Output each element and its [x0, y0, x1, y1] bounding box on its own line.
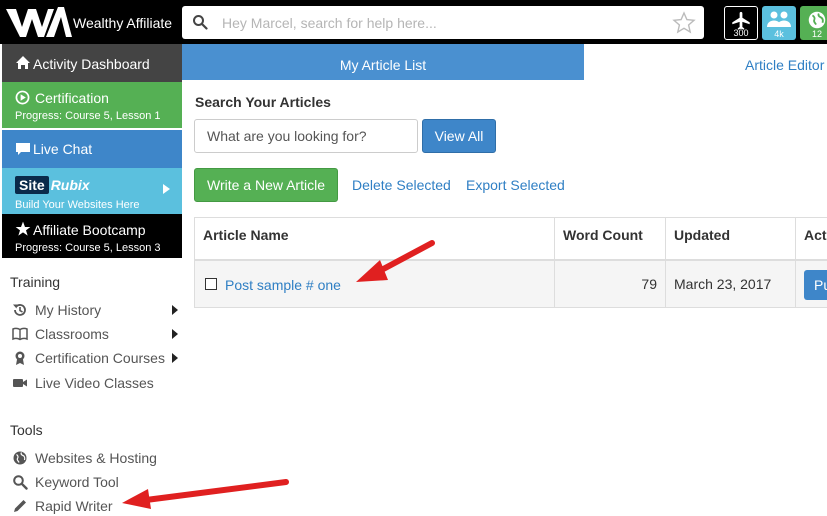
- search-articles-heading: Search Your Articles: [195, 94, 331, 110]
- sidebar-item-live-chat[interactable]: Live Chat: [2, 130, 182, 168]
- sidebar-item-label: Live Video Classes: [35, 375, 154, 391]
- sidebar-item-label: Certification: [35, 90, 109, 106]
- row-select-checkbox[interactable]: [205, 278, 217, 290]
- sidebar-item-live-video-classes[interactable]: Live Video Classes: [12, 373, 182, 393]
- sidebar-item-label: Rapid Writer: [35, 498, 113, 514]
- friends-button[interactable]: 4k: [762, 6, 796, 40]
- tools-heading: Tools: [10, 422, 43, 438]
- video-camera-icon: [13, 379, 27, 387]
- help-search-input[interactable]: [222, 10, 652, 35]
- sidebar-item-websites-hosting[interactable]: Websites & Hosting: [12, 448, 182, 468]
- users-icon: [767, 11, 791, 27]
- tab-article-editor[interactable]: Article Editor: [584, 44, 827, 80]
- sidebar-item-classrooms[interactable]: Classrooms: [12, 324, 182, 344]
- websites-button[interactable]: 12: [800, 6, 827, 40]
- write-new-article-button[interactable]: Write a New Article: [194, 168, 338, 202]
- column-header-word-count[interactable]: Word Count: [555, 218, 665, 261]
- sidebar-item-siterubix[interactable]: Site Rubix Build Your Websites Here: [2, 168, 182, 214]
- help-search-box[interactable]: [182, 6, 704, 39]
- book-icon: [12, 327, 28, 341]
- brand-name[interactable]: Wealthy Affiliate: [73, 15, 172, 31]
- sidebar-item-label: Live Chat: [33, 141, 93, 157]
- globe-icon: [13, 451, 27, 465]
- history-icon: [13, 304, 26, 316]
- websites-count: 12: [811, 29, 822, 39]
- updated-date-value: March 23, 2017: [674, 276, 772, 292]
- sidebar-item-affiliate-bootcamp[interactable]: Affiliate Bootcamp Progress: Course 5, L…: [2, 214, 182, 258]
- sidebar-item-label: Keyword Tool: [35, 474, 119, 490]
- sidebar-item-certification-courses[interactable]: Certification Courses: [12, 348, 182, 368]
- notifications-count: 300: [733, 28, 749, 38]
- sidebar-item-label: My History: [35, 302, 102, 318]
- sidebar-item-keyword-tool[interactable]: Keyword Tool: [12, 472, 182, 492]
- notifications-button[interactable]: 300: [724, 6, 758, 40]
- siterubix-logo-rubix: Rubix: [50, 177, 90, 193]
- friends-count: 4k: [774, 29, 784, 39]
- export-selected-link[interactable]: Export Selected: [466, 177, 565, 193]
- column-header-actions: Actions: [804, 227, 827, 243]
- chevron-right-icon: [172, 353, 178, 363]
- sidebar: Activity Dashboard Certification Progres…: [0, 44, 182, 516]
- star-icon: [15, 221, 31, 236]
- play-circle-icon: [15, 90, 30, 105]
- chevron-right-icon: [172, 305, 178, 315]
- publish-button-label: Publish: [814, 277, 827, 293]
- sidebar-item-my-history[interactable]: My History: [12, 300, 182, 320]
- column-header-article-name[interactable]: Article Name: [195, 218, 554, 261]
- chevron-right-icon: [172, 329, 178, 339]
- column-header-updated[interactable]: Updated: [666, 218, 795, 261]
- top-bar: Wealthy Affiliate 300 4k 12: [0, 0, 827, 44]
- view-all-button[interactable]: View All: [422, 119, 496, 153]
- siterubix-logo: Site Rubix: [15, 176, 90, 194]
- chat-bubble-icon: [16, 143, 30, 155]
- home-icon: [16, 56, 30, 69]
- globe-icon: [808, 11, 826, 29]
- sidebar-item-progress: Progress: Course 5, Lesson 1: [15, 110, 161, 122]
- tab-my-article-list[interactable]: My Article List: [182, 44, 584, 80]
- favorite-star-icon[interactable]: [672, 11, 696, 35]
- sidebar-item-label: Classrooms: [35, 326, 109, 342]
- sidebar-item-progress: Progress: Course 5, Lesson 3: [15, 242, 161, 254]
- delete-selected-link[interactable]: Delete Selected: [352, 177, 451, 193]
- sidebar-item-certification[interactable]: Certification Progress: Course 5, Lesson…: [2, 82, 182, 128]
- sidebar-item-label: Activity Dashboard: [33, 56, 150, 72]
- chevron-right-icon: [163, 184, 170, 194]
- pencil-icon: [14, 500, 26, 512]
- article-table: Article Name Word Count Updated Actions …: [194, 217, 827, 308]
- article-name-link[interactable]: Post sample # one: [225, 261, 341, 309]
- wealthy-affiliate-logo[interactable]: [2, 3, 72, 41]
- sidebar-item-label: Websites & Hosting: [35, 450, 157, 466]
- sidebar-item-activity-dashboard[interactable]: Activity Dashboard: [2, 44, 182, 82]
- sidebar-item-rapid-writer[interactable]: Rapid Writer: [12, 496, 182, 516]
- sidebar-item-tagline: Build Your Websites Here: [15, 199, 140, 211]
- publish-button[interactable]: Publish: [804, 270, 827, 300]
- sidebar-item-label: Certification Courses: [35, 350, 165, 366]
- sidebar-item-label: Affiliate Bootcamp: [33, 222, 146, 238]
- training-heading: Training: [10, 274, 61, 290]
- word-count-value: 79: [641, 276, 657, 292]
- article-search-input[interactable]: [194, 119, 418, 153]
- search-icon: [13, 475, 28, 490]
- certificate-icon: [15, 351, 25, 365]
- siterubix-logo-site: Site: [15, 176, 49, 194]
- search-icon: [193, 15, 208, 30]
